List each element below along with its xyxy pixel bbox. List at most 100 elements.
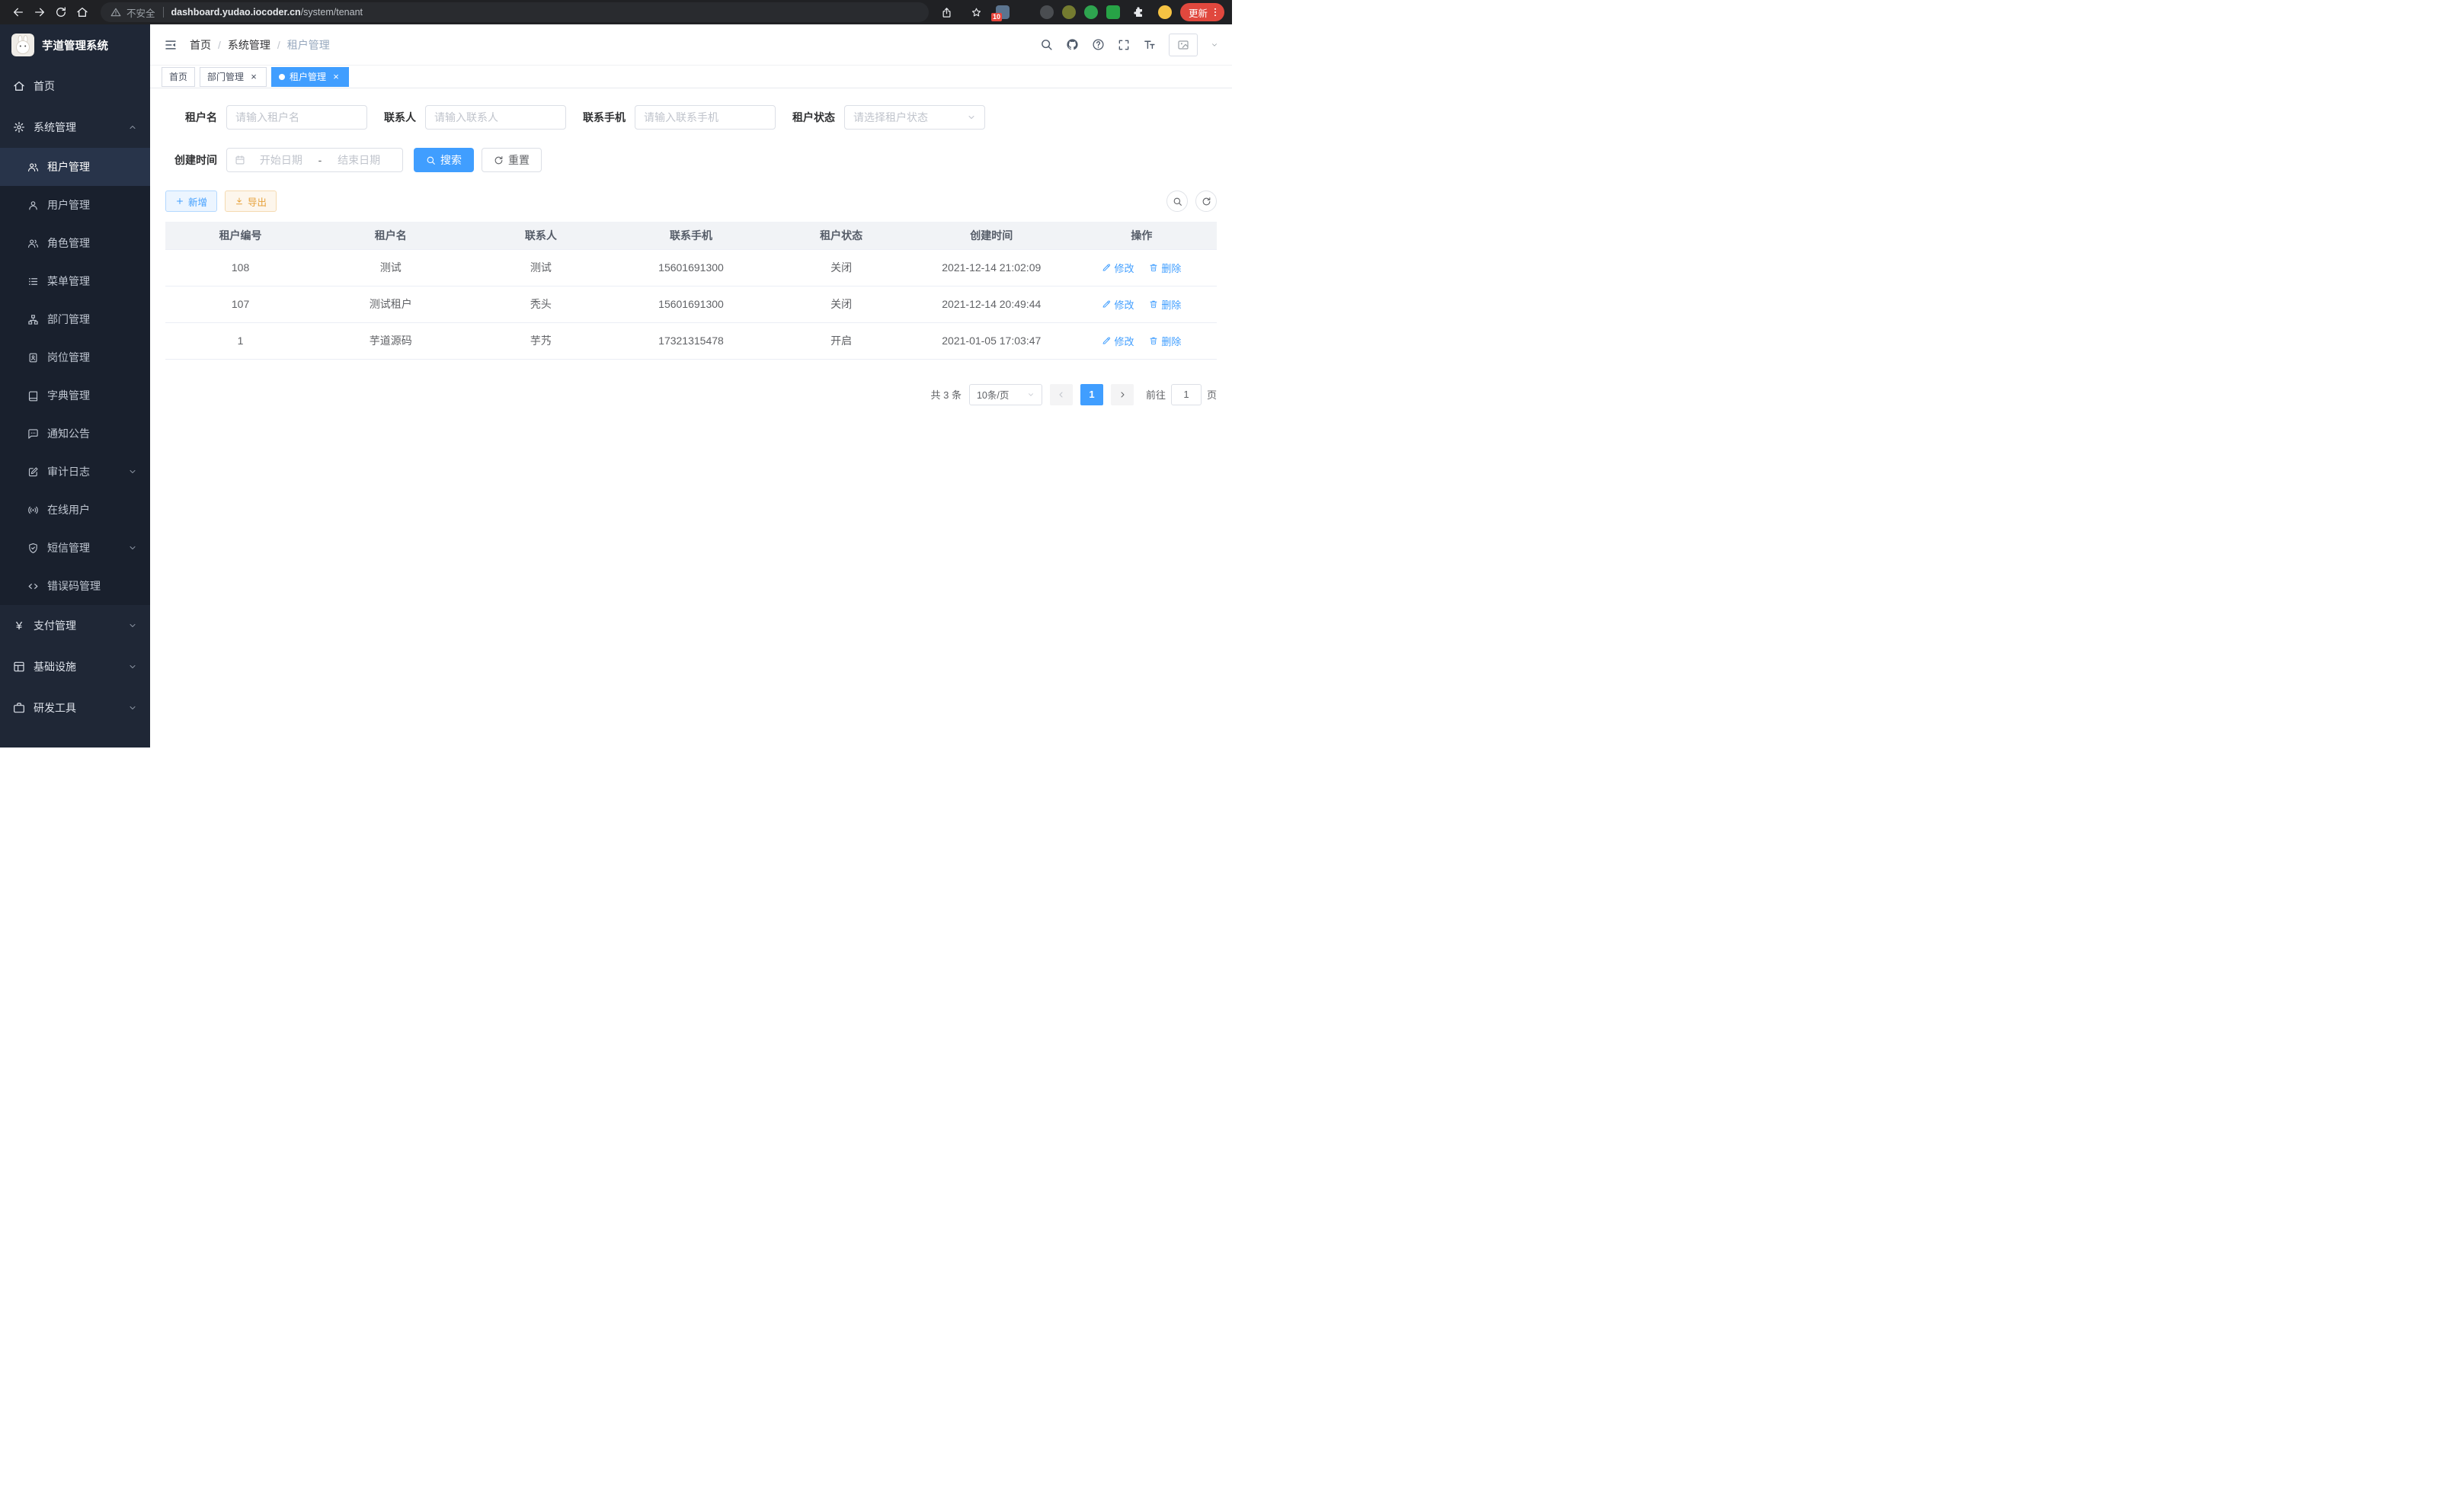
font-size-button[interactable] [1143,38,1156,51]
delete-link[interactable]: 删除 [1149,261,1181,275]
menu-list-icon [27,276,39,287]
tab-dept[interactable]: 部门管理× [200,67,267,87]
org-tree-icon [27,314,39,325]
toolbox-icon [13,702,25,714]
tab-tenant[interactable]: 租户管理× [271,67,349,87]
header-search-button[interactable] [1040,38,1053,51]
help-button[interactable] [1092,38,1105,51]
sidebar-item-dict[interactable]: 字典管理 [0,376,150,415]
next-page-button[interactable] [1111,384,1134,405]
share-icon [941,7,952,18]
download-icon [235,197,244,206]
browser-back-button[interactable] [8,2,29,23]
tenant-icon [27,162,39,173]
date-range-picker[interactable]: 开始日期 - 结束日期 [226,148,403,172]
avatar-dropdown-caret-icon[interactable] [1211,41,1218,49]
sidebar-item-online-user[interactable]: 在线用户 [0,491,150,529]
app-header: 首页 / 系统管理 / 租户管理 [150,24,1232,66]
page-1-button[interactable]: 1 [1080,384,1103,405]
create-time-label: 创建时间 [165,152,226,168]
chevron-down-icon [128,621,137,630]
breadcrumb-home[interactable]: 首页 [190,37,211,53]
sidebar-collapse-button[interactable] [164,38,178,52]
broken-image-icon [1177,39,1189,51]
table-row: 1 芋道源码 芋艿 17321315478 开启 2021-01-05 17:0… [165,322,1217,359]
edit-icon [1102,336,1111,345]
browser-menu-icon[interactable] [1210,7,1221,18]
chevron-down-icon [1027,391,1035,399]
sidebar-item-post[interactable]: 岗位管理 [0,338,150,376]
sidebar-item-payment[interactable]: ¥ 支付管理 [0,605,150,646]
status-select[interactable]: 请选择租户状态 [844,105,985,130]
sidebar-item-infra[interactable]: 基础设施 [0,646,150,687]
edit-link[interactable]: 修改 [1102,261,1134,275]
goto-page-input[interactable] [1171,384,1202,405]
sidebar-item-notice[interactable]: 通知公告 [0,415,150,453]
col-tenant-name: 租户名 [315,222,466,249]
bookmark-button[interactable] [966,2,987,23]
browser-update-button[interactable]: 更新 [1180,3,1224,21]
sidebar-item-devtools[interactable]: 研发工具 [0,687,150,728]
search-icon [1040,38,1053,51]
sidebar-item-system[interactable]: 系统管理 [0,107,150,148]
gear-icon [13,121,25,133]
extensions-menu-button[interactable] [1128,2,1150,23]
filter-phone: 联系手机 [583,105,776,130]
extension-icon-2[interactable] [1018,5,1032,19]
filter-create-time: 创建时间 开始日期 - 结束日期 [165,148,403,172]
phone-input[interactable] [635,105,776,130]
end-date-placeholder: 结束日期 [323,152,395,168]
delete-link[interactable]: 删除 [1149,297,1181,312]
extension-icon-4[interactable] [1062,5,1076,19]
address-bar[interactable]: 不安全 dashboard.yudao.iocoder.cn/system/te… [101,2,929,22]
search-button[interactable]: 搜索 [414,148,474,172]
sidebar-item-dept[interactable]: 部门管理 [0,300,150,338]
tab-home[interactable]: 首页 [162,67,195,87]
breadcrumb-system[interactable]: 系统管理 [228,37,270,53]
browser-forward-button[interactable] [29,2,50,23]
sidebar-item-audit-log[interactable]: 审计日志 [0,453,150,491]
sidebar-item-tenant[interactable]: 租户管理 [0,148,150,186]
search-icon [426,155,436,165]
add-button[interactable]: 新增 [165,190,217,212]
extension-icon-1[interactable]: 10 [996,5,1010,19]
table-toolbar: 新增 导出 [165,190,1217,212]
reset-button[interactable]: 重置 [482,148,542,172]
export-button[interactable]: 导出 [225,190,277,212]
browser-home-button[interactable] [72,2,93,23]
edit-icon [1102,263,1111,272]
tenant-name-input[interactable] [226,105,367,130]
status-text: 开启 [766,322,917,359]
close-icon[interactable]: × [331,72,341,82]
edit-link[interactable]: 修改 [1102,334,1134,348]
toggle-search-button[interactable] [1166,190,1188,212]
share-button[interactable] [936,2,958,23]
edit-link[interactable]: 修改 [1102,297,1134,312]
fullscreen-button[interactable] [1118,39,1130,51]
extension-badge: 10 [991,13,1002,21]
browser-reload-button[interactable] [50,2,72,23]
browser-profile-avatar[interactable] [1158,5,1172,19]
contact-input[interactable] [425,105,566,130]
github-button[interactable] [1066,38,1079,51]
page-url: dashboard.yudao.iocoder.cn/system/tenant [171,7,363,18]
home-icon [13,80,25,92]
delete-link[interactable]: 删除 [1149,334,1181,348]
refresh-table-button[interactable] [1195,190,1217,212]
sidebar-item-user[interactable]: 用户管理 [0,186,150,224]
table-tools [1166,190,1217,212]
tenant-name-label: 租户名 [165,110,226,125]
prev-page-button[interactable] [1050,384,1073,405]
sidebar-item-menu[interactable]: 菜单管理 [0,262,150,300]
extension-icon-5[interactable] [1084,5,1098,19]
extension-icon-3[interactable] [1040,5,1054,19]
col-contact: 联系人 [466,222,616,249]
user-avatar[interactable] [1169,34,1198,56]
page-size-select[interactable]: 10条/页 [969,384,1042,405]
sidebar-item-home[interactable]: 首页 [0,66,150,107]
sidebar-item-error-code[interactable]: 错误码管理 [0,567,150,605]
sidebar-item-sms[interactable]: 短信管理 [0,529,150,567]
close-icon[interactable]: × [248,72,259,82]
extension-icon-6[interactable] [1106,5,1120,19]
sidebar-item-role[interactable]: 角色管理 [0,224,150,262]
